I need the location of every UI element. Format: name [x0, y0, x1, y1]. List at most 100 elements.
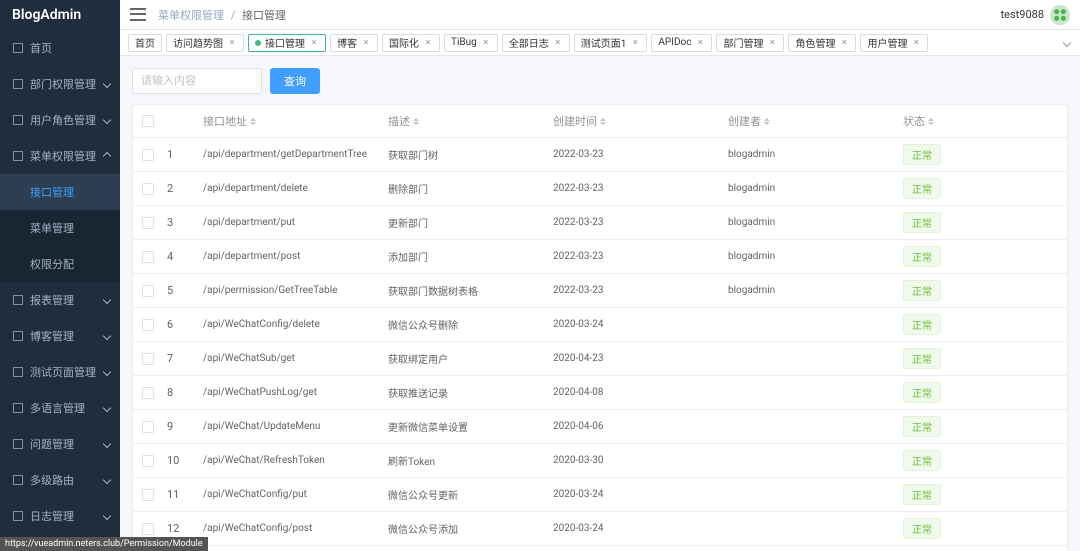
row-checkbox[interactable]: [142, 421, 154, 433]
row-checkbox[interactable]: [142, 149, 154, 161]
row-checkbox[interactable]: [142, 489, 154, 501]
sidebar-item[interactable]: 问题管理: [0, 426, 120, 462]
close-icon[interactable]: ×: [227, 38, 237, 48]
cell-creator: [722, 489, 897, 501]
close-icon[interactable]: ×: [911, 38, 921, 48]
tab[interactable]: 测试页面1×: [574, 34, 648, 52]
row-checkbox[interactable]: [142, 217, 154, 229]
tabs-dropdown[interactable]: [1062, 38, 1072, 48]
tab[interactable]: 国际化×: [382, 34, 440, 52]
column-creator[interactable]: 创建者: [722, 105, 897, 137]
sidebar-subitem[interactable]: 菜单管理: [0, 210, 120, 246]
tab[interactable]: 部门管理×: [716, 34, 784, 52]
table-row[interactable]: 10 /api/WeChat/RefreshToken 刷新Token 2020…: [133, 444, 1067, 478]
tab[interactable]: APIDoc×: [651, 34, 712, 52]
sort-icon[interactable]: [250, 118, 256, 125]
table-row[interactable]: 11 /api/WeChatConfig/put 微信公众号更新 2020-03…: [133, 478, 1067, 512]
close-icon[interactable]: ×: [630, 38, 640, 48]
avatar: [1050, 5, 1070, 25]
select-all-checkbox[interactable]: [142, 115, 154, 127]
tab[interactable]: 全部日志×: [502, 34, 570, 52]
tab[interactable]: TiBug ×: [444, 34, 498, 52]
tab[interactable]: 访问趋势图×: [166, 34, 244, 52]
cell-date: 2020-03-30: [547, 449, 722, 472]
sidebar-subitem[interactable]: 权限分配: [0, 246, 120, 282]
tab[interactable]: 首页: [128, 34, 162, 52]
sidebar-item[interactable]: 用户角色管理: [0, 102, 120, 138]
table-row[interactable]: 9 /api/WeChat/UpdateMenu 更新微信菜单设置 2020-0…: [133, 410, 1067, 444]
column-desc[interactable]: 描述: [382, 105, 547, 137]
breadcrumb-parent[interactable]: 菜单权限管理: [158, 9, 224, 22]
tab[interactable]: 接口管理×: [248, 34, 326, 52]
row-checkbox[interactable]: [142, 251, 154, 263]
close-icon[interactable]: ×: [423, 38, 433, 48]
close-icon[interactable]: ×: [309, 38, 319, 48]
sidebar-item[interactable]: 部门权限管理: [0, 66, 120, 102]
table-row[interactable]: 4 /api/department/post 添加部门 2022-03-23 b…: [133, 240, 1067, 274]
close-icon[interactable]: ×: [839, 38, 849, 48]
row-checkbox[interactable]: [142, 387, 154, 399]
sort-icon[interactable]: [764, 118, 770, 125]
user-menu[interactable]: test9088: [1001, 5, 1070, 25]
cell-seq: 5: [163, 278, 197, 303]
sidebar-item[interactable]: 多级路由: [0, 462, 120, 498]
sort-icon[interactable]: [600, 118, 606, 125]
close-icon[interactable]: ×: [695, 38, 705, 48]
column-status[interactable]: 状态: [897, 105, 1067, 137]
close-icon[interactable]: ×: [767, 38, 777, 48]
cell-url: /api/WeChatConfig/delete: [197, 313, 382, 336]
close-icon[interactable]: ×: [553, 38, 563, 48]
close-icon[interactable]: ×: [481, 38, 491, 48]
tab[interactable]: 角色管理×: [788, 34, 856, 52]
table-row[interactable]: 1 /api/department/getDepartmentTree 获取部门…: [133, 138, 1067, 172]
cell-status: 正常: [897, 444, 1067, 477]
row-checkbox[interactable]: [142, 183, 154, 195]
cell-status: 正常: [897, 376, 1067, 409]
table-row[interactable]: 5 /api/permission/GetTreeTable 获取部门数据树表格…: [133, 274, 1067, 308]
column-date[interactable]: 创建时间: [547, 105, 722, 137]
row-checkbox[interactable]: [142, 319, 154, 331]
cell-date: 2022-03-23: [547, 143, 722, 166]
tab[interactable]: 博客×: [330, 34, 378, 52]
row-checkbox[interactable]: [142, 523, 154, 535]
cell-status: 正常: [897, 546, 1067, 551]
table-row[interactable]: 7 /api/WeChatSub/get 获取绑定用户 2020-04-23 正…: [133, 342, 1067, 376]
sidebar-item[interactable]: 菜单权限管理: [0, 138, 120, 174]
sidebar-item[interactable]: 多语言管理: [0, 390, 120, 426]
row-checkbox[interactable]: [142, 455, 154, 467]
column-url[interactable]: 接口地址: [197, 105, 382, 137]
hamburger-icon[interactable]: [130, 7, 146, 23]
table-row[interactable]: 3 /api/department/put 更新部门 2022-03-23 bl…: [133, 206, 1067, 240]
home-icon: [12, 42, 24, 54]
sidebar-item[interactable]: 测试页面管理: [0, 354, 120, 390]
tab-label: TiBug: [451, 37, 477, 48]
status-badge: 正常: [903, 348, 941, 369]
sidebar-subitem[interactable]: 接口管理: [0, 174, 120, 210]
breadcrumb-current: 接口管理: [242, 9, 286, 22]
sidebar-item[interactable]: 首页: [0, 30, 120, 66]
table-row[interactable]: 12 /api/WeChatConfig/post 微信公众号添加 2020-0…: [133, 512, 1067, 546]
cell-creator: [722, 523, 897, 535]
cell-creator: blogadmin: [722, 211, 897, 234]
sort-icon[interactable]: [413, 118, 419, 125]
search-button[interactable]: 查询: [270, 68, 320, 94]
table-row[interactable]: 8 /api/WeChatPushLog/get 获取推送记录 2020-04-…: [133, 376, 1067, 410]
tab[interactable]: 用户管理×: [860, 34, 928, 52]
cell-status: 正常: [897, 240, 1067, 273]
row-checkbox[interactable]: [142, 285, 154, 297]
status-badge: 正常: [903, 280, 941, 301]
sidebar-item-label: 测试页面管理: [30, 364, 96, 380]
table-row[interactable]: 2 /api/department/delete 删除部门 2022-03-23…: [133, 172, 1067, 206]
sort-icon[interactable]: [928, 118, 934, 125]
cell-creator: [722, 353, 897, 365]
cell-creator: blogadmin: [722, 177, 897, 200]
close-icon[interactable]: ×: [361, 38, 371, 48]
search-input[interactable]: [132, 68, 262, 94]
sidebar-item[interactable]: 报表管理: [0, 282, 120, 318]
sidebar-item[interactable]: 日志管理: [0, 498, 120, 534]
cell-status: 正常: [897, 274, 1067, 307]
sidebar-item[interactable]: 博客管理: [0, 318, 120, 354]
table-row[interactable]: 13 /api/WeChat/GetTemplate 获取消息模板列表 2020…: [133, 546, 1067, 551]
row-checkbox[interactable]: [142, 353, 154, 365]
table-row[interactable]: 6 /api/WeChatConfig/delete 微信公众号删除 2020-…: [133, 308, 1067, 342]
